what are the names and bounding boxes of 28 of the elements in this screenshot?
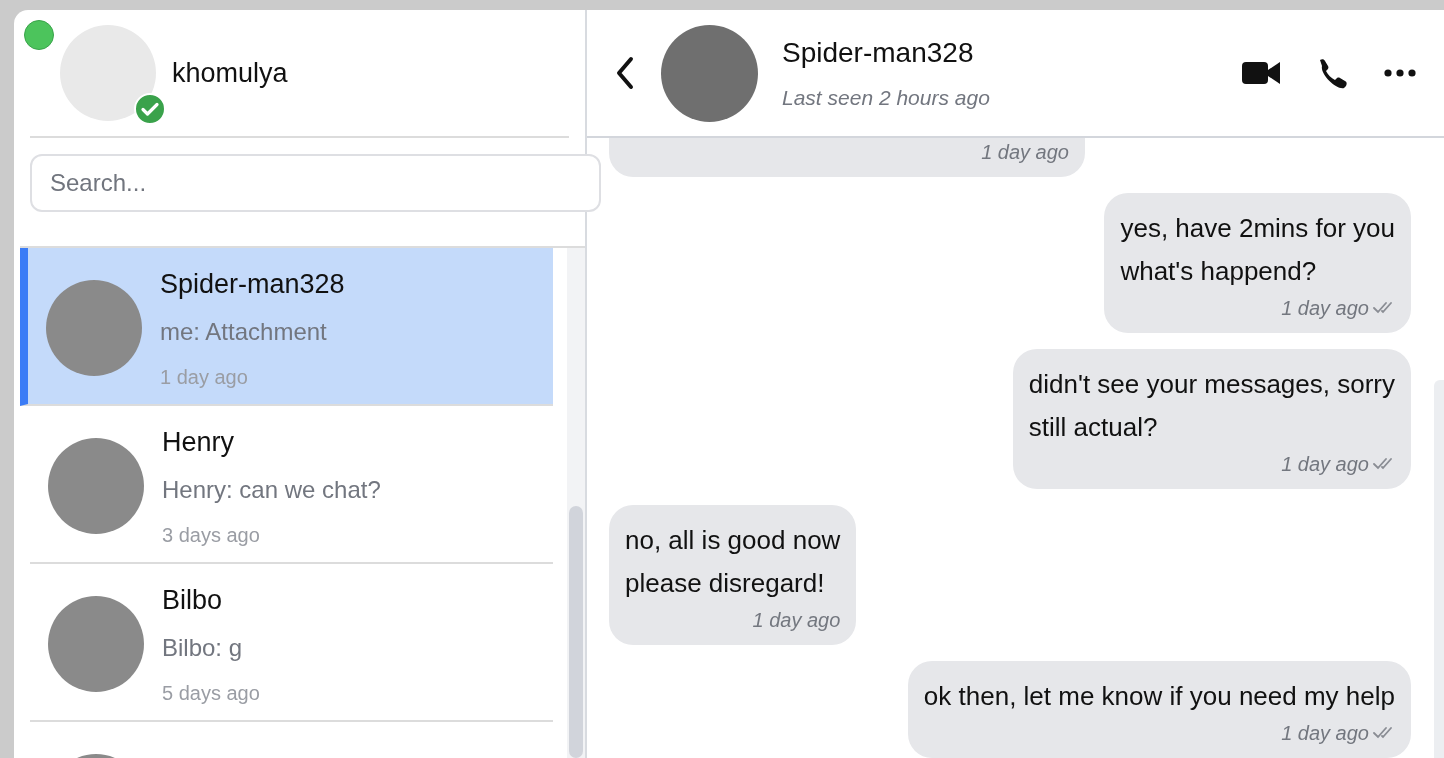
user-name: khomulya: [172, 56, 288, 90]
timestamp: 5 days ago: [162, 681, 260, 707]
timestamp: 1 day ago: [981, 140, 1069, 165]
more-options-icon[interactable]: [1384, 69, 1416, 77]
contact-name: Spider-man328: [160, 268, 345, 301]
message-text: no, all is good now please disregard!: [625, 524, 841, 600]
message-text: yes, have 2mins for you what's happend?: [1120, 212, 1395, 288]
message-preview: Bilbo: g: [162, 633, 244, 664]
conversation-item[interactable]: Henry Henry: can we chat? 3 days ago: [30, 406, 553, 564]
timestamp: 1 day ago: [1281, 721, 1369, 746]
message-text: ok then, let me know if you need my help: [923, 680, 1395, 713]
contact-name: Henry: [162, 426, 236, 459]
timestamp: 1 day ago: [1281, 296, 1369, 321]
search-field[interactable]: Search...: [30, 154, 601, 212]
conversation-item[interactable]: Spider-man328 me: Attachment 1 day ago: [20, 248, 553, 406]
video-camera-icon[interactable]: [1242, 61, 1280, 85]
message-preview: me: Attachment: [160, 317, 328, 348]
timestamp: 1 day ago: [160, 365, 249, 391]
conversation-item[interactable]: Bilbo Bilbo: g 5 days ago: [30, 564, 553, 722]
contact-name: Spider-man328: [782, 36, 975, 71]
scrollbar-thumb[interactable]: [569, 506, 583, 758]
message-text: didn't see your messages, sorry still actual?: [1028, 368, 1395, 444]
message-preview: Henry: can we chat?: [162, 475, 381, 506]
timestamp: 1 day ago: [752, 608, 841, 633]
timestamp: 1 day ago: [1281, 452, 1369, 477]
last-seen-text: Last seen 2 hours ago: [782, 85, 990, 112]
timestamp: 3 days ago: [162, 523, 261, 549]
contact-name: Bilbo: [162, 584, 224, 617]
